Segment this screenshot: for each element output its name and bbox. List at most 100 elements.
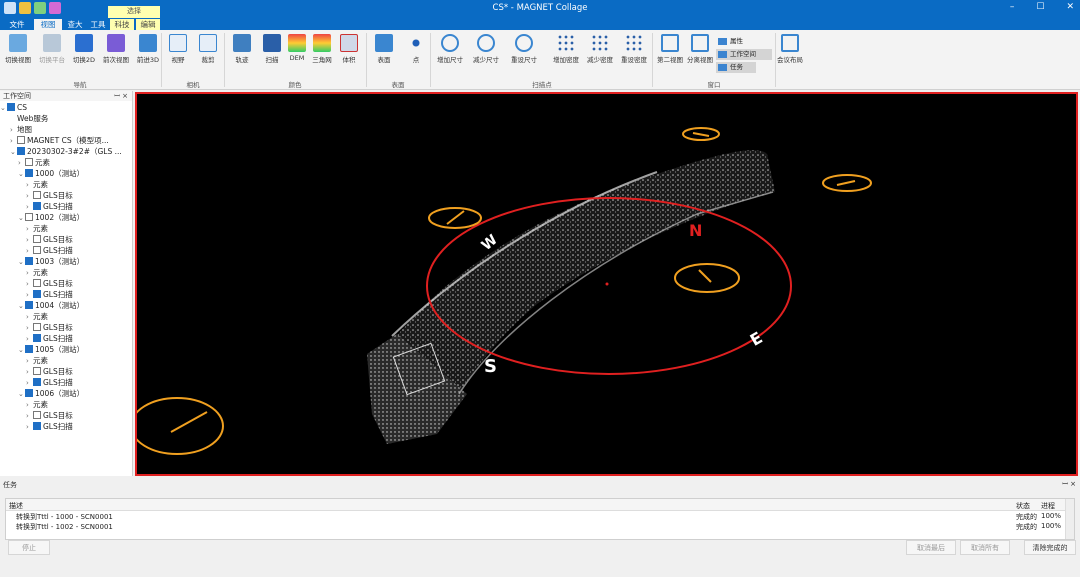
stop-button[interactable]: 停止 — [8, 540, 50, 555]
decrease-density-button[interactable]: 减少密度 — [582, 30, 618, 64]
table-row[interactable]: 转换到Tttl - 1002 - SCN0001 完成的 100% — [6, 521, 1074, 531]
pin-close-icon[interactable]: ꟷ × — [1062, 480, 1076, 489]
tab-edit[interactable]: 编辑 — [136, 19, 160, 30]
tree-checkbox[interactable] — [25, 213, 33, 221]
chevron-down-icon[interactable]: ⌄ — [18, 213, 25, 224]
tree-checkbox[interactable] — [25, 389, 33, 397]
tree-checkbox[interactable] — [33, 334, 41, 342]
minimize-button[interactable]: – — [1010, 2, 1015, 12]
tasks-toggle[interactable]: 任务 — [716, 62, 756, 73]
tree-item[interactable]: › GLS扫描 — [26, 333, 73, 344]
tree-checkbox[interactable] — [17, 147, 25, 155]
tree-item[interactable]: › 元素 — [26, 355, 48, 366]
table-row[interactable]: 转换到Tttl - 1000 - SCN0001 完成的 100% — [6, 511, 1074, 521]
previous-view-button[interactable]: 前次视图 — [98, 30, 134, 64]
tree-item[interactable]: › GLS目标 — [26, 234, 73, 245]
col-status[interactable]: 状态 — [1016, 501, 1030, 511]
tree-checkbox[interactable] — [33, 367, 41, 375]
tree-item[interactable]: › 元素 — [26, 267, 48, 278]
3d-viewport[interactable]: N S E W — [135, 92, 1078, 476]
split-view-button[interactable]: 分离视图 — [682, 30, 718, 64]
tree-checkbox[interactable] — [25, 158, 33, 166]
decrease-size-button[interactable]: 减少尺寸 — [468, 30, 504, 64]
point-button[interactable]: 点 — [398, 30, 434, 64]
tree-item[interactable]: › 元素 — [18, 157, 50, 168]
chevron-down-icon[interactable]: ⌄ — [18, 301, 25, 312]
tree-checkbox[interactable] — [25, 257, 33, 265]
tree-item[interactable]: ⌄ 1000（测站） — [18, 168, 84, 179]
tab-view[interactable]: 视图 — [34, 19, 62, 30]
tree-checkbox[interactable] — [33, 378, 41, 386]
col-desc[interactable]: 描述 — [9, 501, 23, 511]
chevron-down-icon[interactable]: ⌄ — [18, 257, 25, 268]
tab-file[interactable]: 文件 — [6, 19, 28, 30]
tree-checkbox[interactable] — [33, 422, 41, 430]
tree-checkbox[interactable] — [33, 323, 41, 331]
tree-item[interactable]: › 元素 — [26, 179, 48, 190]
tree-item[interactable]: › GLS目标 — [26, 278, 73, 289]
clear-completed-button[interactable]: 清除完成的 — [1024, 540, 1076, 555]
tree-checkbox[interactable] — [33, 191, 41, 199]
tree-item[interactable]: › 元素 — [26, 223, 48, 234]
surface-button[interactable]: 表面 — [366, 30, 402, 64]
tree-item[interactable]: ⌄ 1002（测站） — [18, 212, 84, 223]
toggle-view-button[interactable]: 切换视图 — [0, 30, 36, 64]
chevron-down-icon[interactable]: ⌄ — [18, 345, 25, 356]
tree-checkbox[interactable] — [25, 169, 33, 177]
tab-check[interactable]: 查大 — [64, 19, 86, 30]
tree-checkbox[interactable] — [17, 136, 25, 144]
tree-item[interactable]: ⌄ 1006（测站） — [18, 388, 84, 399]
chevron-down-icon[interactable]: ⌄ — [10, 147, 17, 158]
close-button[interactable]: ✕ — [1066, 2, 1074, 12]
tab-tools[interactable]: 工具 — [88, 19, 108, 30]
volume-button[interactable]: 体积 — [331, 30, 367, 64]
chevron-down-icon[interactable]: ⌄ — [18, 389, 25, 400]
toggle-platform-button[interactable]: 切换平台 — [34, 30, 70, 64]
chevron-down-icon[interactable]: ⌄ — [0, 103, 7, 114]
increase-size-button[interactable]: 增加尺寸 — [432, 30, 468, 64]
reset-size-button[interactable]: 重设尺寸 — [506, 30, 542, 64]
tree-item[interactable]: › GLS扫描 — [26, 289, 73, 300]
crop-button[interactable]: 裁剪 — [190, 30, 226, 64]
tree-item[interactable]: › GLS扫描 — [26, 421, 73, 432]
tree-item[interactable]: Web服务 — [10, 113, 48, 124]
cancel-all-button[interactable]: 取消所有 — [960, 540, 1010, 555]
tree-item[interactable]: › GLS扫描 — [26, 377, 73, 388]
tree-checkbox[interactable] — [7, 103, 15, 111]
tree-checkbox[interactable] — [33, 279, 41, 287]
tree-item[interactable]: ⌄ CS — [0, 102, 27, 113]
properties-toggle[interactable]: 属性 — [716, 36, 772, 47]
tree-checkbox[interactable] — [33, 235, 41, 243]
tree-item[interactable]: ⌄ 20230302-3#2#（GLS ... — [10, 146, 122, 157]
table-scrollbar[interactable] — [1065, 499, 1074, 539]
tree-checkbox[interactable] — [33, 246, 41, 254]
tree-item[interactable]: › 元素 — [26, 311, 48, 322]
tree-item[interactable]: › GLS目标 — [26, 410, 73, 421]
tree-checkbox[interactable] — [33, 411, 41, 419]
workspace-toggle[interactable]: 工作空间 — [716, 49, 772, 60]
meeting-layout-button[interactable]: 会议布局 — [772, 30, 808, 64]
chevron-down-icon[interactable]: ⌄ — [18, 169, 25, 180]
tree-item[interactable]: › GLS扫描 — [26, 201, 73, 212]
tree-item[interactable]: › GLS目标 — [26, 190, 73, 201]
tree-checkbox[interactable] — [25, 301, 33, 309]
increase-density-button[interactable]: 增加密度 — [548, 30, 584, 64]
toggle-2d-button[interactable]: 切换2D — [66, 30, 102, 64]
tree-checkbox[interactable] — [33, 202, 41, 210]
tree-item[interactable]: ⌄ 1003（测站） — [18, 256, 84, 267]
tree-item[interactable]: › MAGNET CS（模型项... — [10, 135, 109, 146]
col-progress[interactable]: 进程 — [1041, 501, 1055, 511]
tree-item[interactable]: › GLS目标 — [26, 366, 73, 377]
cancel-last-button[interactable]: 取消最后 — [906, 540, 956, 555]
tree-item[interactable]: › GLS扫描 — [26, 245, 73, 256]
tree-checkbox[interactable] — [25, 345, 33, 353]
pin-close-icon[interactable]: ꟷ × — [114, 91, 128, 101]
tree-item[interactable]: ⌄ 1005（测站） — [18, 344, 84, 355]
reset-density-button[interactable]: 重设密度 — [616, 30, 652, 64]
chevron-right-icon[interactable]: › — [26, 422, 33, 433]
tree-checkbox[interactable] — [33, 290, 41, 298]
maximize-button[interactable]: ☐ — [1036, 2, 1044, 12]
tree-item[interactable]: › 地图 — [10, 124, 32, 135]
tab-tech[interactable]: 科技 — [110, 19, 134, 30]
tree-item[interactable]: ⌄ 1004（测站） — [18, 300, 84, 311]
